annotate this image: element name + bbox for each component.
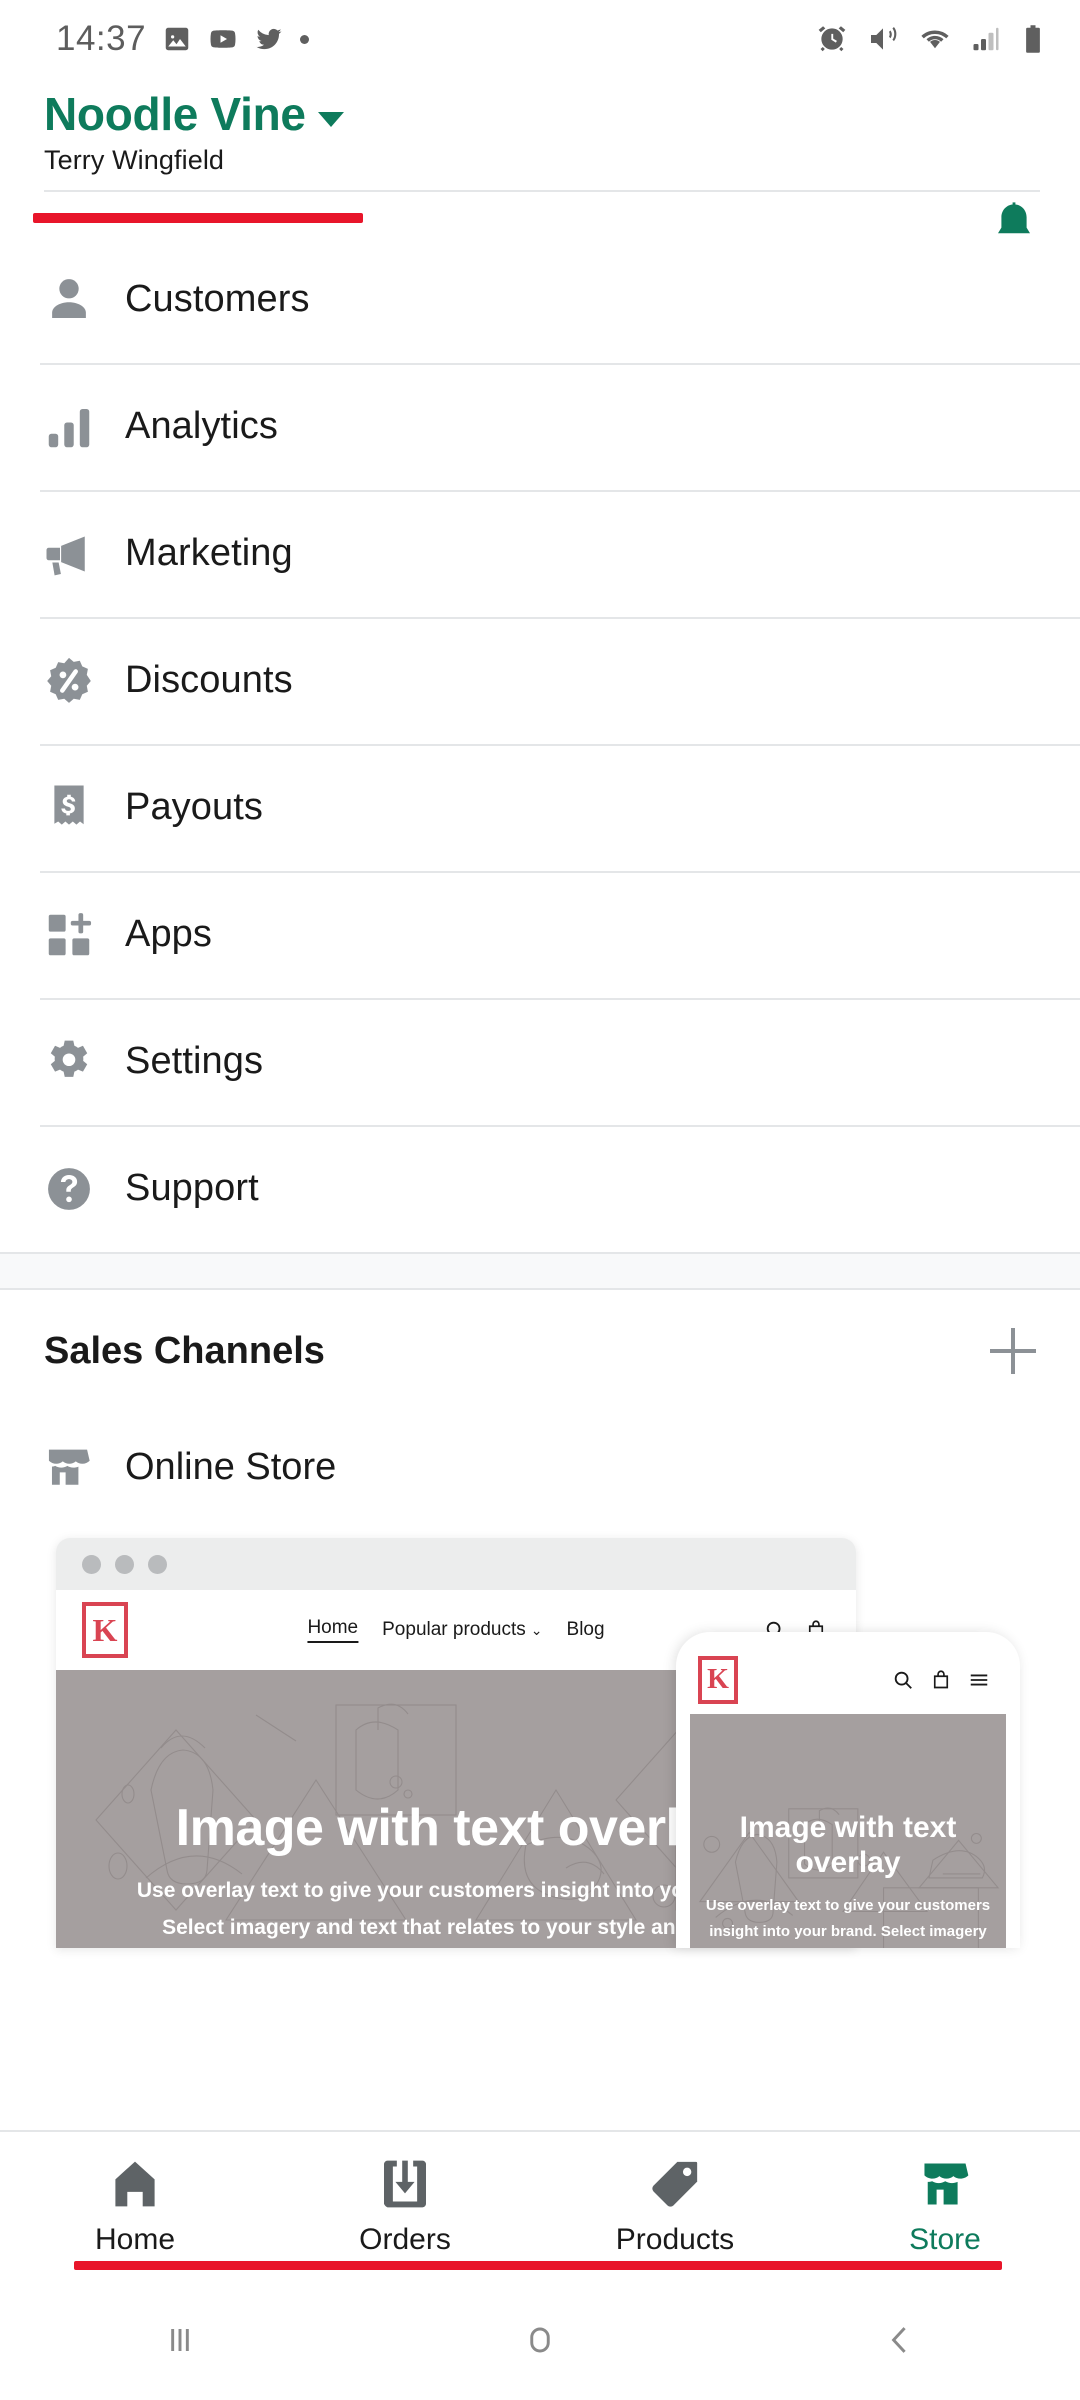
menu-item-marketing[interactable]: Marketing (0, 490, 1080, 617)
sales-channels-header: Sales Channels (0, 1290, 1080, 1412)
menu-item-payouts[interactable]: Payouts (0, 744, 1080, 871)
tab-home[interactable]: Home (0, 2156, 270, 2257)
menu-item-label: Marketing (125, 532, 293, 574)
storefront-nav-home: Home (307, 1617, 359, 1643)
menu-item-label: Apps (125, 913, 213, 955)
hamburger-menu-icon (970, 1674, 988, 1686)
menu-item-settings[interactable]: Settings (0, 998, 1080, 1125)
apps-grid-plus-icon (42, 908, 110, 962)
tab-bar-highlight (74, 2261, 1002, 2270)
status-bar-right (816, 22, 1046, 56)
main-menu: Customers Analytics Marketing Discounts (0, 236, 1080, 1252)
mobile-screen: K Image with text overlay Use overlay te… (690, 1646, 1006, 1948)
question-circle-icon (42, 1162, 110, 1216)
mobile-hero-heading: Image with text overlay (739, 1811, 957, 1880)
receipt-dollar-icon (42, 781, 110, 835)
battery-icon (1026, 25, 1040, 53)
mobile-storefront-actions (892, 1669, 990, 1691)
tab-label: Orders (359, 2222, 451, 2256)
storefront-icon (42, 1441, 110, 1493)
mobile-storefront-navbar: K (690, 1646, 1006, 1714)
browser-chrome (56, 1538, 856, 1590)
storefront-icon (924, 2162, 969, 2205)
price-tag-icon (652, 2161, 698, 2207)
tab-label: Home (94, 2222, 176, 2256)
status-bar: 14:37 (0, 0, 1080, 78)
menu-item-label: Support (125, 1167, 259, 1209)
store-name: Noodle Vine (44, 88, 306, 140)
house-icon (115, 2161, 155, 2206)
storefront-nav-links: Home Popular products ⌄ Blog (307, 1617, 605, 1643)
browser-dot-close (82, 1554, 101, 1574)
header-divider (44, 190, 1040, 193)
user-name: Terry Wingfield (44, 145, 225, 176)
recent-apps-icon (171, 2329, 189, 2351)
storefront-nav-blog: Blog (566, 1619, 605, 1640)
menu-item-label: Analytics (125, 405, 278, 447)
chevron-down-icon: ⌄ (530, 1622, 543, 1638)
person-icon (42, 273, 110, 327)
menu-item-label: Payouts (125, 786, 264, 828)
vibrate-mute-icon (871, 27, 897, 50)
discount-percent-icon (42, 654, 110, 708)
status-bar-clock: 14:37 (56, 19, 147, 58)
sales-channels-title: Sales Channels (44, 1329, 325, 1372)
section-divider (0, 1252, 1080, 1290)
store-logo: K (698, 1656, 738, 1704)
menu-item-label: Discounts (125, 659, 293, 701)
tab-products[interactable]: Products (540, 2156, 810, 2257)
megaphone-icon (42, 527, 110, 581)
chevron-down-icon (317, 112, 344, 127)
twitter-icon (256, 28, 282, 50)
photo-gallery-icon (165, 27, 189, 51)
more-dot-icon (300, 34, 310, 44)
home-circle-icon (530, 2327, 550, 2353)
menu-item-customers[interactable]: Customers (0, 236, 1080, 363)
tab-label: Products (615, 2222, 735, 2256)
bar-chart-icon (42, 400, 110, 454)
user-name-highlight (33, 213, 363, 223)
back-chevron-icon (891, 2327, 906, 2353)
mobile-hero-body: Use overlay text to give your customers … (705, 1896, 991, 1941)
store-switcher[interactable]: Noodle Vine (44, 90, 1040, 138)
storefront-nav-popular-products: Popular products ⌄ (382, 1619, 543, 1640)
browser-dot-maximize (148, 1554, 167, 1574)
tab-store[interactable]: Store (810, 2156, 1080, 2257)
app-root: 14:37 Noodle Vine Terry Wingfield Custom… (0, 0, 1080, 2400)
home-button[interactable] (360, 2318, 720, 2362)
gear-icon (42, 1035, 110, 1089)
mobile-preview: K Image with text overlay Use overlay te… (676, 1632, 1020, 1948)
orders-inbox-icon (384, 2160, 426, 2207)
sales-channel-online-store[interactable]: Online Store (0, 1412, 1080, 1522)
browser-dot-minimize (115, 1554, 134, 1574)
store-preview[interactable]: K Home Popular products ⌄ Blog Image wit… (0, 1528, 1080, 1948)
status-bar-left: 14:37 (56, 19, 310, 59)
back-button[interactable] (720, 2318, 1080, 2362)
cellular-signal-icon (973, 27, 999, 51)
alarm-icon (818, 26, 846, 52)
tab-label: Store (909, 2222, 981, 2256)
menu-item-apps[interactable]: Apps (0, 871, 1080, 998)
mobile-hero-text: Image with text overlay Use overlay text… (690, 1810, 1006, 1948)
youtube-icon (210, 30, 236, 48)
search-icon (894, 1671, 912, 1689)
mobile-hero: Image with text overlay Use overlay text… (690, 1714, 1006, 1948)
menu-item-support[interactable]: Support (0, 1125, 1080, 1252)
android-navigation-bar (0, 2280, 1080, 2400)
sales-channel-label: Online Store (125, 1445, 337, 1488)
plus-icon[interactable] (990, 1328, 1036, 1374)
wifi-icon (921, 30, 949, 49)
menu-item-discounts[interactable]: Discounts (0, 617, 1080, 744)
menu-item-label: Customers (125, 278, 310, 320)
recent-apps-button[interactable] (0, 2318, 360, 2362)
shopping-bag-icon (933, 1670, 949, 1689)
tab-orders[interactable]: Orders (270, 2156, 540, 2257)
menu-item-analytics[interactable]: Analytics (0, 363, 1080, 490)
menu-item-label: Settings (125, 1040, 264, 1082)
bottom-tab-bar: Home Orders Products Store (0, 2130, 1080, 2280)
store-logo: K (82, 1602, 128, 1658)
